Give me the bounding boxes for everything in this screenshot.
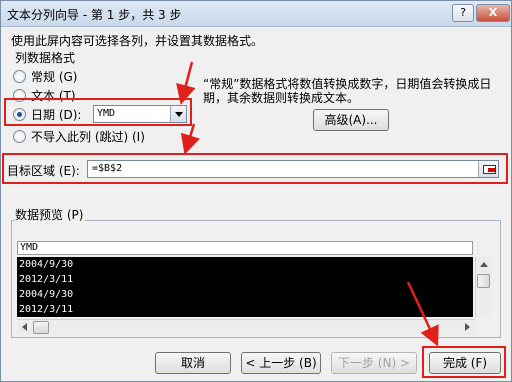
annotation-arrows [176,61,439,347]
arrow-to-finish-icon [406,281,439,347]
arrow-to-destination-icon [180,123,200,155]
arrow-to-date-icon [176,61,196,105]
